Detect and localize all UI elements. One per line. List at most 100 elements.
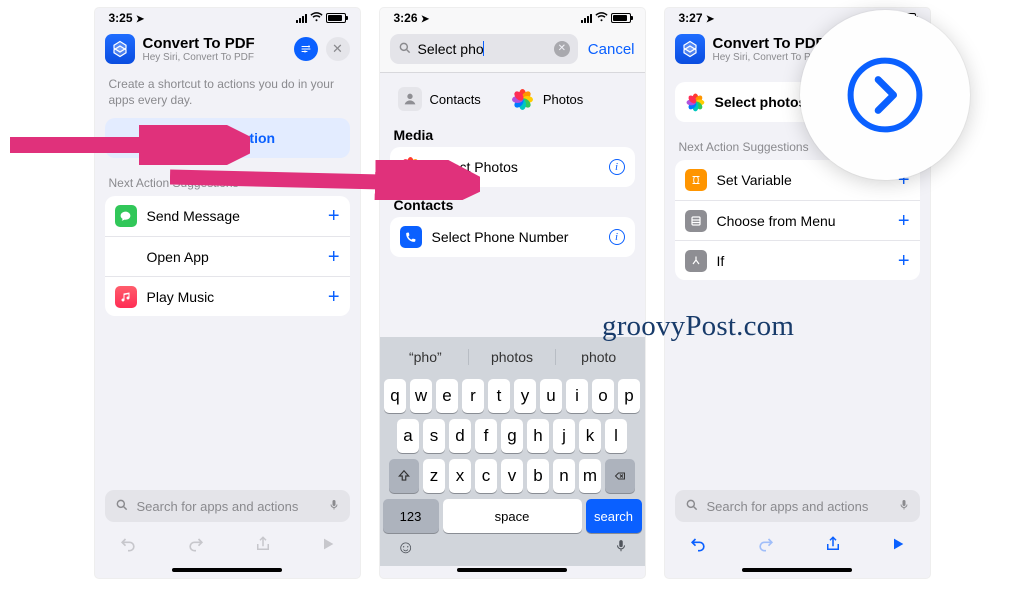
group-label-contacts: Contacts: [380, 187, 645, 217]
undo-icon[interactable]: [118, 534, 138, 559]
add-action-button[interactable]: ＋ Add Action: [105, 118, 350, 158]
mic-icon[interactable]: [328, 497, 340, 516]
key-row: asdfghjkl: [383, 419, 642, 453]
suggestion[interactable]: “pho”: [383, 349, 469, 365]
search-bar[interactable]: Search for apps and actions: [675, 490, 920, 522]
undo-icon[interactable]: [688, 534, 708, 559]
redo-icon[interactable]: [756, 534, 776, 559]
key[interactable]: c: [475, 459, 497, 493]
key[interactable]: n: [553, 459, 575, 493]
plus-circle-icon: ＋: [179, 130, 195, 146]
key[interactable]: k: [579, 419, 601, 453]
key[interactable]: e: [436, 379, 458, 413]
clear-search-button[interactable]: ✕: [554, 41, 570, 57]
search-query: Select pho: [418, 41, 548, 57]
key[interactable]: i: [566, 379, 588, 413]
add-action-label: Add Action: [201, 130, 275, 146]
keyboard-suggestions: “pho” photos photo: [383, 341, 642, 373]
backspace-key[interactable]: [605, 459, 635, 493]
cell-signal-icon: [296, 14, 307, 23]
category-label: Photos: [543, 92, 583, 107]
cancel-button[interactable]: Cancel: [588, 41, 635, 58]
menu-icon: [685, 210, 707, 232]
shortcut-settings-button[interactable]: [294, 37, 318, 61]
numbers-key[interactable]: 123: [383, 499, 439, 533]
suggestion-row[interactable]: Open App +: [105, 236, 350, 276]
search-field[interactable]: Select pho ✕: [390, 34, 578, 64]
key[interactable]: y: [514, 379, 536, 413]
action-label: Select Photos: [432, 159, 599, 175]
suggestion-label: Send Message: [147, 208, 318, 224]
key[interactable]: q: [384, 379, 406, 413]
share-icon[interactable]: [824, 534, 842, 559]
key[interactable]: t: [488, 379, 510, 413]
info-icon[interactable]: i: [609, 229, 625, 245]
space-key[interactable]: space: [443, 499, 582, 533]
screen-shortcut-editor: 3:25 ➤ Convert To PDF Hey Siri, Convert …: [95, 8, 360, 578]
key[interactable]: r: [462, 379, 484, 413]
action-label: Select Phone Number: [432, 229, 599, 245]
plus-icon[interactable]: +: [898, 211, 910, 231]
key[interactable]: j: [553, 419, 575, 453]
action-row-select-photos[interactable]: Select Photos i: [390, 147, 635, 187]
plus-icon[interactable]: +: [328, 206, 340, 226]
key[interactable]: s: [423, 419, 445, 453]
suggestion[interactable]: photos: [468, 349, 555, 365]
emoji-key[interactable]: ☺: [397, 537, 415, 560]
key[interactable]: a: [397, 419, 419, 453]
search-key[interactable]: search: [586, 499, 642, 533]
key[interactable]: l: [605, 419, 627, 453]
plus-icon[interactable]: +: [328, 247, 340, 267]
suggestion-label: Choose from Menu: [717, 213, 888, 229]
photos-icon: [511, 87, 535, 111]
photos-icon: [400, 156, 422, 178]
key[interactable]: h: [527, 419, 549, 453]
key[interactable]: g: [501, 419, 523, 453]
key[interactable]: u: [540, 379, 562, 413]
status-time: 3:26: [394, 11, 418, 25]
shift-key[interactable]: [389, 459, 419, 493]
category-row: Contacts Photos: [380, 73, 645, 117]
photos-icon: [685, 92, 705, 112]
key[interactable]: m: [579, 459, 601, 493]
suggestion-row[interactable]: Send Message +: [105, 196, 350, 236]
shortcut-app-icon: [105, 34, 135, 64]
key[interactable]: b: [527, 459, 549, 493]
suggestion-row[interactable]: If +: [675, 240, 920, 280]
key-row: qwertyuiop: [383, 379, 642, 413]
category-label: Contacts: [430, 92, 481, 107]
key[interactable]: x: [449, 459, 471, 493]
key[interactable]: f: [475, 419, 497, 453]
shortcut-subtitle: Hey Siri, Convert To PDF: [143, 52, 286, 63]
key[interactable]: z: [423, 459, 445, 493]
category-photos[interactable]: Photos: [511, 87, 583, 111]
contacts-icon: [398, 87, 422, 111]
close-button[interactable]: ✕: [326, 37, 350, 61]
plus-icon[interactable]: +: [328, 287, 340, 307]
action-row-select-phone[interactable]: Select Phone Number i: [390, 217, 635, 257]
watermark: groovyPost.com: [602, 310, 794, 343]
dictation-key[interactable]: [614, 537, 628, 560]
phone-icon: [400, 226, 422, 248]
keyboard[interactable]: “pho” photos photo qwertyuiop asdfghjkl …: [380, 337, 645, 566]
suggestion-row[interactable]: Play Music +: [105, 276, 350, 316]
info-icon[interactable]: i: [609, 159, 625, 175]
plus-icon[interactable]: +: [898, 251, 910, 271]
share-icon[interactable]: [254, 534, 272, 559]
suggestion[interactable]: photo: [555, 349, 642, 365]
mic-icon[interactable]: [898, 497, 910, 516]
redo-icon[interactable]: [186, 534, 206, 559]
key[interactable]: v: [501, 459, 523, 493]
location-icon: ➤: [136, 14, 144, 25]
key[interactable]: d: [449, 419, 471, 453]
category-contacts[interactable]: Contacts: [398, 87, 481, 111]
key[interactable]: w: [410, 379, 432, 413]
key[interactable]: o: [592, 379, 614, 413]
search-placeholder: Search for apps and actions: [707, 499, 890, 514]
play-icon[interactable]: [890, 536, 906, 557]
shortcut-title[interactable]: Convert To PDF: [143, 35, 286, 52]
play-icon[interactable]: [320, 536, 336, 557]
key[interactable]: p: [618, 379, 640, 413]
search-bar[interactable]: Search for apps and actions: [105, 490, 350, 522]
suggestion-row[interactable]: Choose from Menu +: [675, 200, 920, 240]
